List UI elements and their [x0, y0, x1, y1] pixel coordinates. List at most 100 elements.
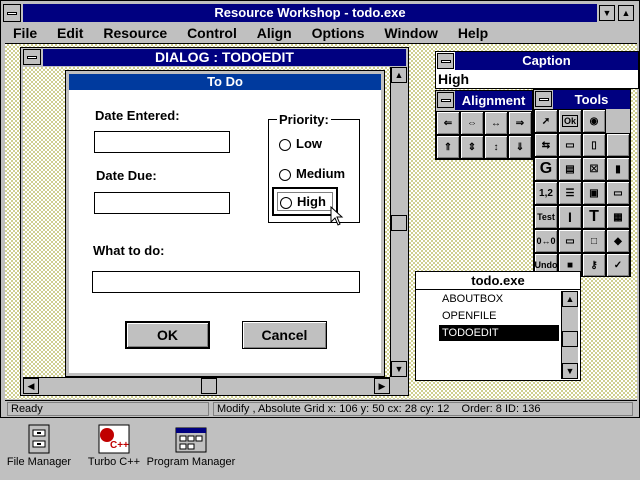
scroll-tool-icon[interactable]: ▯: [582, 133, 606, 157]
duplicate-tool-icon[interactable]: 0↔0: [534, 229, 558, 253]
date-entered-label: Date Entered:: [95, 108, 180, 123]
menu-window[interactable]: Window: [384, 25, 438, 41]
radio-high[interactable]: High: [277, 192, 333, 211]
listbox-tool-icon[interactable]: ☰: [558, 181, 582, 205]
radio-medium[interactable]: Medium: [279, 166, 345, 181]
black-frame-tool-icon[interactable]: □: [582, 229, 606, 253]
edit-text-tool-icon[interactable]: ▤: [558, 157, 582, 181]
editor-system-menu-button[interactable]: [23, 49, 41, 65]
caption-titlebar[interactable]: Caption: [455, 52, 638, 70]
caption-input[interactable]: High: [438, 71, 636, 88]
menu-bar: File Edit Resource Control Align Options…: [5, 24, 496, 42]
what-to-do-field[interactable]: [92, 271, 360, 293]
frame-tool-icon[interactable]: ▣: [582, 181, 606, 205]
turbo-cpp-label: Turbo C++: [87, 456, 141, 468]
group-tool-icon[interactable]: ▭: [558, 133, 582, 157]
radio-high-label: High: [297, 194, 326, 209]
align-vspace-icon[interactable]: ↕: [484, 135, 508, 159]
test-tool-label: Test: [537, 212, 555, 222]
list-scroll-up-button[interactable]: ▲: [562, 291, 578, 307]
maximize-button[interactable]: ▲: [618, 5, 634, 21]
status-bar: Ready Modify , Absolute Grid x: 106 y: 5…: [5, 400, 637, 417]
hscroll-thumb[interactable]: [201, 378, 217, 394]
minimize-button[interactable]: ▼: [599, 5, 615, 21]
rectangle-tool-icon[interactable]: ▭: [606, 181, 630, 205]
file-manager-icon: [28, 424, 50, 454]
icon-tool-icon[interactable]: [606, 133, 630, 157]
editor-titlebar[interactable]: DIALOG : TODOEDIT: [43, 49, 406, 66]
ok-button[interactable]: OK: [125, 321, 210, 349]
align-hcenter-icon[interactable]: ⇔: [460, 111, 484, 135]
pointer-tool-icon[interactable]: ➚: [534, 109, 558, 133]
align-vcenter-icon[interactable]: ⇕: [460, 135, 484, 159]
menu-resource[interactable]: Resource: [103, 25, 167, 41]
menu-control[interactable]: Control: [187, 25, 237, 41]
resource-list-titlebar[interactable]: todo.exe: [416, 272, 580, 290]
check-tool-icon[interactable]: ✓: [606, 253, 630, 277]
scroll-down-button[interactable]: ▼: [391, 361, 407, 377]
combobox-tool-icon[interactable]: ▮: [606, 157, 630, 181]
app-system-menu-button[interactable]: [3, 4, 21, 22]
resource-list-item[interactable]: ABOUTBOX: [439, 291, 559, 307]
ok-button-tool-icon[interactable]: Ok: [558, 109, 582, 133]
desktop-icon-file-manager[interactable]: File Manager: [4, 422, 74, 478]
grid-tool-icon[interactable]: G: [534, 157, 558, 181]
resource-list-item[interactable]: OPENFILE: [439, 308, 559, 324]
radio-low[interactable]: Low: [279, 136, 322, 151]
dialog-titlebar: To Do: [69, 74, 381, 90]
desktop-icon-turbo-cpp[interactable]: C++ Turbo C++: [82, 422, 146, 478]
menu-align[interactable]: Align: [257, 25, 292, 41]
editor-vscrollbar[interactable]: ▲ ▼: [390, 67, 407, 377]
scroll-left-button[interactable]: ◀: [23, 378, 39, 394]
test-tool-icon[interactable]: Test: [534, 205, 558, 229]
radio-high-selection-frame[interactable]: High: [272, 187, 338, 216]
tools-system-menu-button[interactable]: [535, 91, 552, 107]
menu-edit[interactable]: Edit: [57, 25, 83, 41]
status-right: Modify , Absolute Grid x: 106 y: 50 cx: …: [213, 402, 633, 416]
order-tool-icon[interactable]: 1,2: [534, 181, 558, 205]
menu-help[interactable]: Help: [458, 25, 488, 41]
desktop-icon-program-manager[interactable]: Program Manager: [146, 422, 236, 478]
checkbox-tool-icon[interactable]: ☒: [582, 157, 606, 181]
order-tool-label: 1,2: [539, 187, 553, 199]
alignment-titlebar[interactable]: Alignment: [455, 91, 532, 110]
tab-order-tool-icon[interactable]: ⇆: [534, 133, 558, 157]
resource-list-vscrollbar[interactable]: ▲ ▼: [561, 291, 578, 379]
monitor-tool-icon[interactable]: ▭: [558, 229, 582, 253]
key-tool-icon[interactable]: ⚷: [582, 253, 606, 277]
list-scroll-thumb[interactable]: [562, 331, 578, 347]
date-due-label: Date Due:: [96, 168, 157, 183]
radio-tool-icon[interactable]: ◉: [582, 109, 606, 133]
diamond-tool-icon[interactable]: ◆: [606, 229, 630, 253]
program-manager-label: Program Manager: [146, 456, 236, 468]
pattern-tool-icon[interactable]: ▦: [606, 205, 630, 229]
cancel-button[interactable]: Cancel: [242, 321, 327, 349]
list-scroll-down-button[interactable]: ▼: [562, 363, 578, 379]
status-left: Ready: [7, 402, 209, 416]
static-text-tool-icon[interactable]: T: [582, 205, 606, 229]
resource-list-item-selected[interactable]: TODOEDIT: [439, 325, 559, 341]
app-window: Resource Workshop - todo.exe ▼ ▲ File Ed…: [0, 0, 640, 418]
alignment-system-menu-button[interactable]: [437, 92, 454, 108]
scroll-thumb[interactable]: [391, 215, 407, 231]
todo-dialog[interactable]: To Do Date Entered: Date Due: Priority: …: [65, 70, 385, 377]
editor-hscrollbar[interactable]: ◀ ▶: [23, 377, 390, 394]
alignment-panel: Alignment ⇐ ⇔ ↔ ⇒ ⇑ ⇕ ↕ ⇓: [435, 90, 533, 160]
align-bottom-icon[interactable]: ⇓: [508, 135, 532, 159]
scroll-right-button[interactable]: ▶: [374, 378, 390, 394]
date-due-field[interactable]: [94, 192, 230, 214]
radio-medium-label: Medium: [296, 166, 346, 181]
align-top-icon[interactable]: ⇑: [436, 135, 460, 159]
align-hspace-icon[interactable]: ↔: [484, 111, 508, 135]
text-cursor-tool-icon[interactable]: I: [558, 205, 582, 229]
align-right-icon[interactable]: ⇒: [508, 111, 532, 135]
menu-options[interactable]: Options: [312, 25, 365, 41]
date-entered-field[interactable]: [94, 131, 230, 153]
menu-file[interactable]: File: [13, 25, 37, 41]
priority-label: Priority:: [277, 112, 331, 127]
scroll-up-button[interactable]: ▲: [391, 67, 407, 83]
caption-system-menu-button[interactable]: [437, 53, 454, 69]
app-titlebar[interactable]: Resource Workshop - todo.exe: [23, 4, 597, 22]
align-left-icon[interactable]: ⇐: [436, 111, 460, 135]
tools-titlebar[interactable]: Tools: [553, 90, 630, 109]
